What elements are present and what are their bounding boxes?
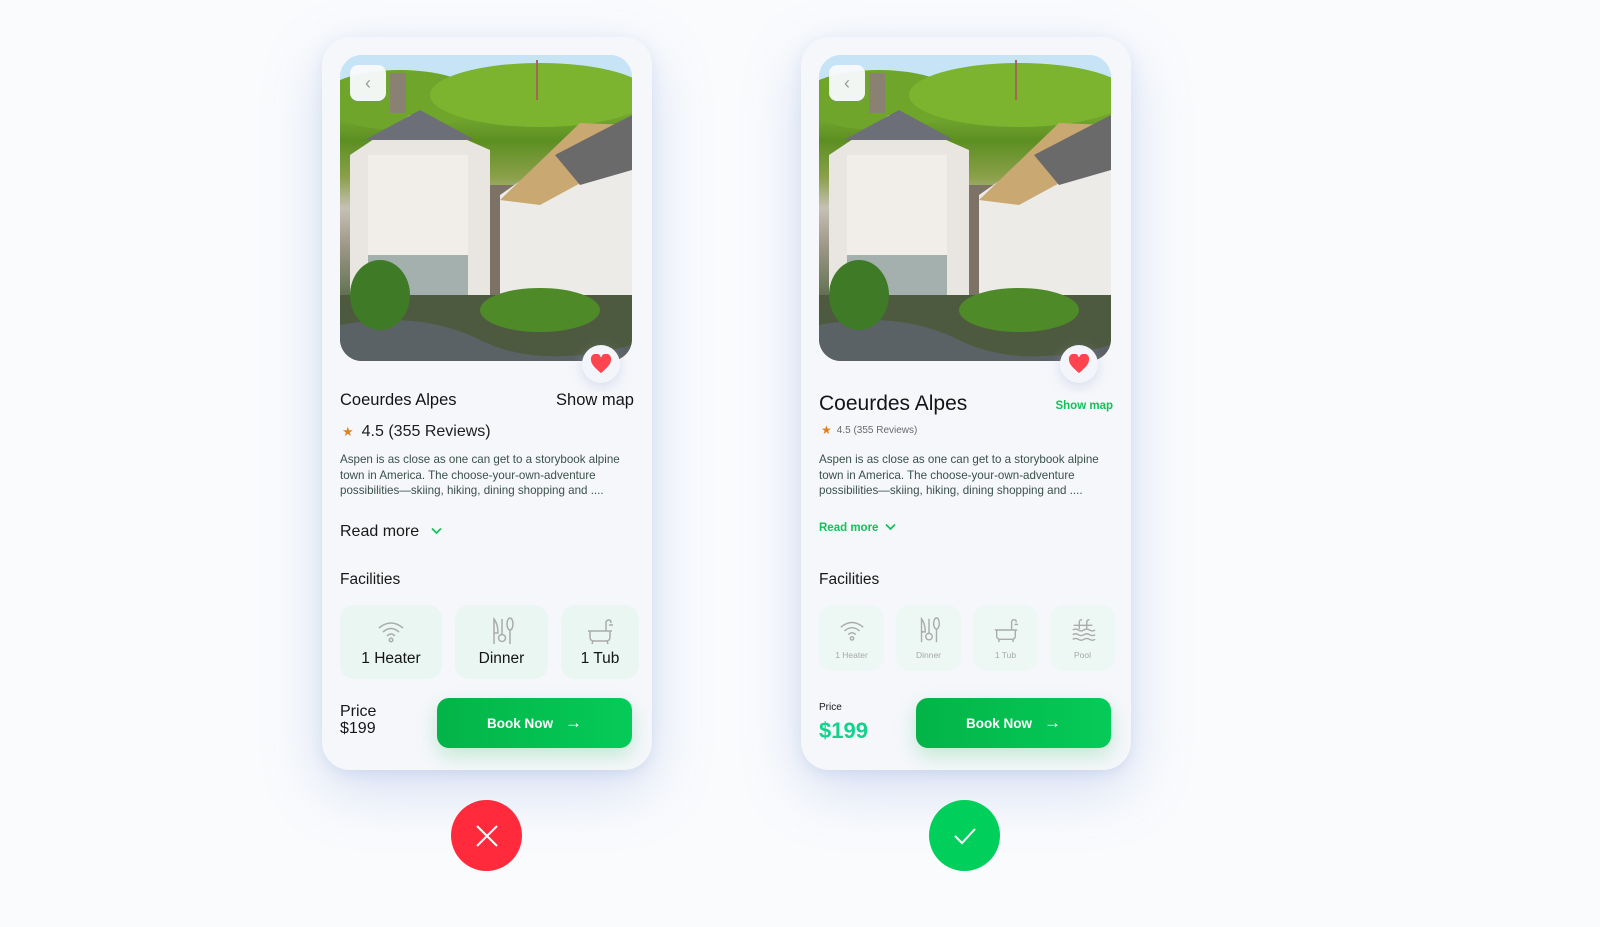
- price: Price $199: [819, 702, 868, 744]
- place-title: Coeurdes Alpes: [340, 391, 457, 409]
- show-map-link[interactable]: Show map: [556, 391, 634, 410]
- book-now-button[interactable]: Book Now →: [437, 698, 632, 748]
- read-more-label: Read more: [819, 522, 879, 534]
- phone-card-bad: ‹ Coeurdes Alpes Show map ★ 4.5 (355 Rev…: [322, 37, 652, 770]
- facility-dinner[interactable]: Dinner: [455, 605, 548, 679]
- bathtub-icon: [994, 619, 1018, 643]
- correct-badge: [929, 800, 1000, 871]
- star-icon: ★: [342, 424, 354, 439]
- bathtub-icon: [588, 619, 613, 645]
- favorite-button[interactable]: [582, 345, 620, 383]
- rating: ★ 4.5 (355 Reviews): [342, 423, 491, 441]
- chevron-down-icon: [885, 522, 897, 534]
- book-now-button[interactable]: Book Now →: [916, 698, 1111, 748]
- star-icon: ★: [821, 423, 832, 437]
- facility-tub[interactable]: 1 Tub: [561, 605, 639, 679]
- facility-label: 1 Tub: [580, 650, 620, 667]
- facility-dinner[interactable]: Dinner: [896, 605, 961, 671]
- description: Aspen is as close as one can get to a st…: [819, 453, 1099, 497]
- x-icon: [475, 824, 498, 847]
- facilities-list: 1 Heater Dinner 1 Tub: [340, 605, 652, 679]
- description: Aspen is as close as one can get to a st…: [340, 453, 620, 497]
- price-label: Price: [819, 702, 842, 713]
- facility-label: 1 Heater: [835, 650, 868, 660]
- price-label: Price: [340, 703, 377, 720]
- rating-text: 4.5 (355 Reviews): [361, 423, 491, 440]
- rating-text: 4.5 (355 Reviews): [836, 424, 918, 436]
- read-more-link[interactable]: Read more: [819, 522, 897, 534]
- facilities-title: Facilities: [340, 571, 401, 588]
- hero-image: ‹: [819, 55, 1111, 361]
- show-map-link[interactable]: Show map: [1055, 400, 1113, 412]
- price-value: $199: [819, 718, 868, 743]
- book-now-label: Book Now: [487, 715, 553, 731]
- back-button[interactable]: ‹: [350, 65, 386, 101]
- hero-image: ‹: [340, 55, 632, 361]
- check-icon: [953, 827, 976, 844]
- cutlery-icon: [920, 616, 940, 643]
- heart-icon: [590, 354, 612, 374]
- phone-card-good: ‹ Coeurdes Alpes Show map ★ 4.5 (355 Rev…: [801, 37, 1131, 770]
- chevron-left-icon: ‹: [365, 72, 371, 93]
- chevron-left-icon: ‹: [844, 72, 850, 93]
- book-now-label: Book Now: [966, 715, 1032, 731]
- facility-heater[interactable]: 1 Heater: [819, 605, 884, 671]
- heart-icon: [1068, 354, 1090, 374]
- facility-label: Dinner: [915, 650, 942, 660]
- favorite-button[interactable]: [1060, 345, 1098, 383]
- cutlery-icon: [492, 616, 514, 644]
- wifi-icon: [839, 621, 864, 641]
- facility-label: 1 Tub: [994, 650, 1017, 660]
- facility-label: Pool: [1073, 650, 1091, 660]
- price: Price $199: [340, 703, 376, 737]
- place-title: Coeurdes Alpes: [819, 392, 968, 415]
- pool-icon: [1071, 619, 1096, 641]
- arrow-right-icon: →: [565, 713, 582, 732]
- price-value: $199: [340, 720, 376, 737]
- read-more-label: Read more: [340, 523, 420, 540]
- incorrect-badge: [451, 800, 522, 871]
- rating: ★ 4.5 (355 Reviews): [821, 423, 917, 437]
- facility-tub[interactable]: 1 Tub: [973, 605, 1038, 671]
- facility-pool[interactable]: Pool: [1050, 605, 1115, 671]
- arrow-right-icon: →: [1044, 713, 1061, 732]
- facility-label: 1 Heater: [361, 650, 421, 667]
- facilities-title: Facilities: [819, 571, 880, 588]
- facility-heater[interactable]: 1 Heater: [340, 605, 442, 679]
- read-more-link[interactable]: Read more: [340, 523, 442, 541]
- wifi-icon: [378, 622, 404, 643]
- facilities-list: 1 Heater Dinner 1 Tub Pool: [819, 605, 1127, 671]
- comparison-stage: ‹ Coeurdes Alpes Show map ★ 4.5 (355 Rev…: [0, 0, 1600, 927]
- facility-label: Dinner: [478, 650, 525, 667]
- back-button[interactable]: ‹: [829, 65, 865, 101]
- chevron-down-icon: [431, 526, 442, 538]
